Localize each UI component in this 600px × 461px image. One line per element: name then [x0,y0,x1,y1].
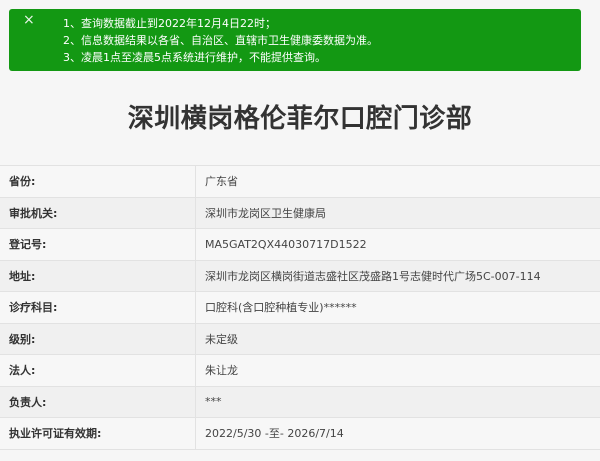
row-value: 口腔科(含口腔种植专业)****** [205,301,357,315]
notice-line-2: 2、信息数据结果以各省、自治区、直辖市卫生健康委数据为准。 [63,34,378,47]
table-row-address: 地址: 深圳市龙岗区横岗街道志盛社区茂盛路1号志健时代广场5C-007-114 [0,260,600,292]
row-value: 未定级 [205,332,238,346]
row-value: 朱让龙 [205,364,238,378]
table-row-level: 级别: 未定级 [0,323,600,355]
row-label: 法人: [0,355,196,386]
info-table: 省份: 广东省 审批机关: 深圳市龙岗区卫生健康局 登记号: MA5GAT2QX… [0,165,600,450]
row-value: MA5GAT2QX44030717D1522 [205,237,367,251]
page-title: 深圳横岗格伦菲尔口腔门诊部 [127,104,473,134]
row-value: 深圳市龙岗区横岗街道志盛社区茂盛路1号志健时代广场5C-007-114 [205,269,541,283]
row-value: 深圳市龙岗区卫生健康局 [205,206,326,220]
row-value: 广东省 [205,175,238,189]
row-label: 执业许可证有效期: [0,418,196,449]
table-row-departments: 诊疗科目: 口腔科(含口腔种植专业)****** [0,292,600,324]
row-value: 2022/5/30 -至- 2026/7/14 [205,427,344,441]
row-label: 级别: [0,323,196,354]
row-label: 登记号: [0,229,196,260]
table-row-legal-person: 法人: 朱让龙 [0,355,600,387]
table-row-registration: 登记号: MA5GAT2QX44030717D1522 [0,229,600,261]
notice-banner: × 1、查询数据截止到2022年12月4日22时； 2、信息数据结果以各省、自治… [9,9,581,71]
row-label: 省份: [0,166,196,197]
notice-line-1: 1、查询数据截止到2022年12月4日22时； [63,17,276,30]
row-value: *** [205,395,222,409]
notice-line-3: 3、凌晨1点至凌晨5点系统进行维护，不能提供查询。 [63,51,326,64]
table-row-province: 省份: 广东省 [0,166,600,198]
table-row-license-validity: 执业许可证有效期: 2022/5/30 -至- 2026/7/14 [0,418,600,450]
table-row-responsible: 负责人: *** [0,386,600,418]
row-label: 诊疗科目: [0,292,196,323]
row-label: 负责人: [0,386,196,417]
close-icon[interactable]: × [23,13,35,27]
row-label: 审批机关: [0,197,196,228]
row-label: 地址: [0,260,196,291]
table-row-authority: 审批机关: 深圳市龙岗区卫生健康局 [0,197,600,229]
